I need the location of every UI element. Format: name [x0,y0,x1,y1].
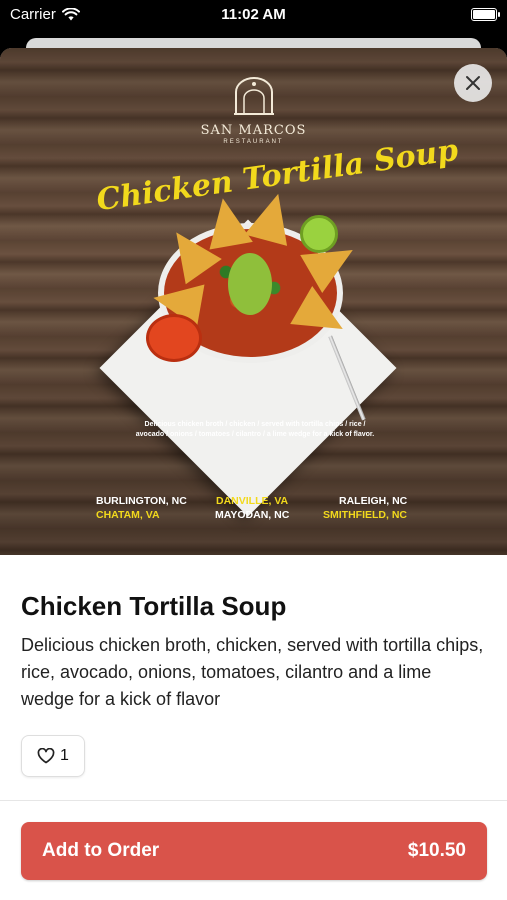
item-description: Delicious chicken broth, chicken, served… [21,635,484,709]
status-bar: Carrier 11:02 AM [0,0,507,30]
location-label: BURLINGTON, NC [96,495,187,507]
hero-caption-line: Delicious chicken broth / chicken / serv… [144,421,366,428]
battery-icon [471,8,500,21]
add-to-order-button[interactable]: Add to Order $10.50 [21,822,487,880]
add-to-order-label: Add to Order [42,840,160,861]
location-label: CHATAM, VA [96,509,160,521]
close-icon [466,76,480,90]
item-content: Chicken Tortilla Soup Delicious chicken … [0,591,507,777]
arch-logo-icon [233,77,274,115]
like-count: 1 [60,747,69,764]
location-label: SMITHFIELD, NC [323,509,407,521]
heart-icon [37,748,55,764]
item-hero-image: SAN MARCOS RESTAURANT Chicken Tortilla S… [0,48,507,555]
restaurant-logo: SAN MARCOS RESTAURANT [0,76,507,145]
like-button[interactable]: 1 [21,735,85,777]
divider [0,800,507,801]
hero-caption: Delicious chicken broth / chicken / serv… [80,420,430,440]
location-label: MAYODAN, NC [215,509,290,521]
avocado-slice [228,253,272,315]
item-title: Chicken Tortilla Soup [21,591,287,621]
location-label: RALEIGH, NC [339,495,408,507]
lime-wedge [300,215,338,253]
item-detail-sheet: SAN MARCOS RESTAURANT Chicken Tortilla S… [0,48,507,900]
location-label: DANVILLE, VA [216,495,289,507]
close-button[interactable] [454,64,492,102]
status-time: 11:02 AM [221,6,286,23]
item-price: $10.50 [407,840,466,861]
tomato-slice [146,314,202,362]
hero-caption-line: avocado / onions / tomatoes / cilantro /… [135,431,375,438]
